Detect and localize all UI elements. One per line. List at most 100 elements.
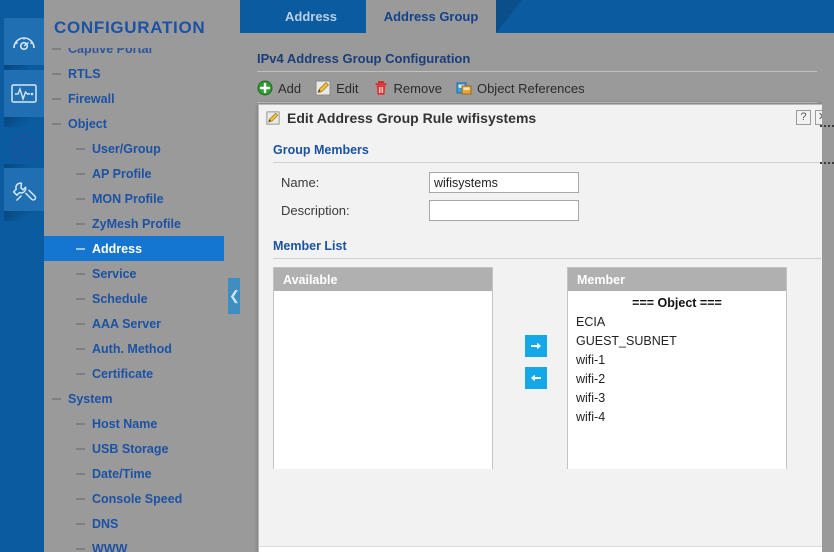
page-title: CONFIGURATION <box>54 18 206 37</box>
remove-button[interactable]: Remove <box>373 80 442 96</box>
sidebar-item-service[interactable]: Service <box>44 261 224 286</box>
sidebar-menu: Captive Portal RTLS Firewall Object User/Gro… <box>44 48 224 552</box>
available-list-pane[interactable]: Available <box>273 267 493 469</box>
main-content: Address Address Group IPv4 Address Group… <box>240 0 834 552</box>
sidebar-item-label: Captive Portal <box>68 48 153 56</box>
application-window: CONFIGURATION Captive Portal RTLS Firewall… <box>0 0 834 552</box>
tree-dash-icon <box>76 222 85 225</box>
sidebar-item-usb-storage[interactable]: USB Storage <box>44 436 224 461</box>
sidebar-item-www[interactable]: WWW <box>44 536 224 552</box>
object-references-icon <box>456 80 472 96</box>
move-left-button[interactable] <box>525 367 547 389</box>
panel-divider <box>257 71 817 72</box>
sidebar-item-label: DNS <box>92 516 119 531</box>
sidebar-item-label: MON Profile <box>92 191 164 206</box>
sidebar-item-captive-portal[interactable]: Captive Portal <box>44 48 224 61</box>
sidebar-item-address[interactable]: Address <box>44 236 224 261</box>
sidebar-item-zymesh-profile[interactable]: ZyMesh Profile <box>44 211 224 236</box>
name-label: Name: <box>281 175 320 190</box>
tree-dash-icon <box>76 447 85 450</box>
chevron-left-icon: ❮ <box>229 288 240 303</box>
dialog-title: Edit Address Group Rule wifisystems <box>287 110 537 126</box>
toolbar-divider <box>257 102 817 103</box>
add-button[interactable]: Add <box>257 80 301 96</box>
sidebar-item-host-name[interactable]: Host Name <box>44 411 224 436</box>
list-item[interactable]: wifi-3 <box>568 389 786 408</box>
sidebar-item-date-time[interactable]: Date/Time <box>44 461 224 486</box>
edit-address-group-dialog: Edit Address Group Rule wifisystems ? ✕ … <box>258 104 834 552</box>
tree-dash-icon <box>76 522 85 525</box>
member-list-body[interactable]: === Object === ECIA GUEST_SUBNET wifi-1 wifi… <box>568 291 786 469</box>
tree-dash-icon <box>76 247 85 250</box>
pencil-edit-icon <box>315 80 331 96</box>
tree-dash-icon <box>76 497 85 500</box>
member-list-pane[interactable]: Member === Object === ECIA GUEST_SUBNET wif… <box>567 267 787 469</box>
sidebar-item-console-speed[interactable]: Console Speed <box>44 486 224 511</box>
sidebar-item-label: User/Group <box>92 141 161 156</box>
page-scrollbar-track[interactable] <box>822 33 834 552</box>
rail-item-configuration[interactable] <box>4 122 44 169</box>
available-list-body[interactable] <box>274 291 492 469</box>
collapse-toggle-icon[interactable] <box>52 397 61 400</box>
sidebar-item-auth-method[interactable]: Auth. Method <box>44 336 224 361</box>
content-panel: IPv4 Address Group Configuration Add Edi… <box>240 33 834 552</box>
sidebar-item-label: AP Profile <box>92 166 152 181</box>
member-list-header: Member <box>568 268 786 291</box>
rail-item-monitor[interactable] <box>4 70 44 117</box>
sidebar-item-object[interactable]: Object <box>44 111 224 136</box>
sidebar-item-ap-profile[interactable]: AP Profile <box>44 161 224 186</box>
list-item[interactable]: wifi-2 <box>568 370 786 389</box>
sidebar-item-firewall[interactable]: Firewall <box>44 86 224 111</box>
sidebar-item-label: Console Speed <box>92 491 183 506</box>
object-references-button[interactable]: Object References <box>456 80 585 96</box>
pencil-edit-icon <box>266 111 280 125</box>
sidebar-item-system[interactable]: System <box>44 386 224 411</box>
sidebar-item-label: Address <box>92 241 143 256</box>
rail-item-dashboard[interactable] <box>4 18 44 65</box>
rail-divider-4 <box>4 211 44 221</box>
sidebar-item-dns[interactable]: DNS <box>44 511 224 536</box>
tab-address-group[interactable]: Address Group <box>366 0 496 33</box>
sidebar-item-label: Date/Time <box>92 466 152 481</box>
sidebar-item-label: System <box>68 391 113 406</box>
tree-dash-icon <box>76 472 85 475</box>
tree-dash-icon <box>76 272 85 275</box>
member-list-divider <box>273 258 821 259</box>
dialog-help-button[interactable]: ? <box>796 110 811 125</box>
collapse-toggle-icon[interactable] <box>52 122 61 125</box>
sidebar-item-user-group[interactable]: User/Group <box>44 136 224 161</box>
list-item: === Object === <box>632 296 722 310</box>
object-references-button-label: Object References <box>476 80 585 96</box>
list-item[interactable]: ECIA <box>568 313 786 332</box>
sidebar-item-mon-profile[interactable]: MON Profile <box>44 186 224 211</box>
dialog-footer: OK Cancel <box>259 546 834 552</box>
sidebar-item-rtls[interactable]: RTLS <box>44 61 224 86</box>
tree-dash-icon <box>76 172 85 175</box>
sidebar-item-schedule[interactable]: Schedule <box>44 286 224 311</box>
edit-button[interactable]: Edit <box>315 80 359 96</box>
tree-dash-icon <box>76 347 85 350</box>
trash-icon <box>373 80 389 96</box>
sidebar-item-label: Schedule <box>92 291 148 306</box>
tree-dash-icon <box>52 97 61 100</box>
icon-rail <box>0 0 44 552</box>
rail-item-maintenance[interactable] <box>4 168 44 215</box>
move-right-button[interactable] <box>525 335 547 357</box>
configuration-gear-icon <box>8 131 40 161</box>
tree-dash-icon <box>76 297 85 300</box>
panel-toolbar: Add Edit Remove Object References <box>257 76 585 100</box>
list-item[interactable]: GUEST_SUBNET <box>568 332 786 351</box>
name-input[interactable]: wifisystems <box>429 172 579 193</box>
group-members-section-title: Group Members <box>273 143 369 157</box>
list-item[interactable]: wifi-4 <box>568 408 786 427</box>
member-list-section-title: Member List <box>273 239 347 253</box>
tree-dash-icon <box>52 48 61 50</box>
sidebar-item-certificate[interactable]: Certificate <box>44 361 224 386</box>
tab-address[interactable]: Address <box>256 0 366 33</box>
sidebar-item-label: WWW <box>92 541 128 552</box>
monitor-icon <box>10 83 38 105</box>
sidebar-item-aaa-server[interactable]: AAA Server <box>44 311 224 336</box>
description-input[interactable] <box>429 200 579 221</box>
tab-bar: Address Address Group <box>240 0 834 33</box>
list-item[interactable]: wifi-1 <box>568 351 786 370</box>
